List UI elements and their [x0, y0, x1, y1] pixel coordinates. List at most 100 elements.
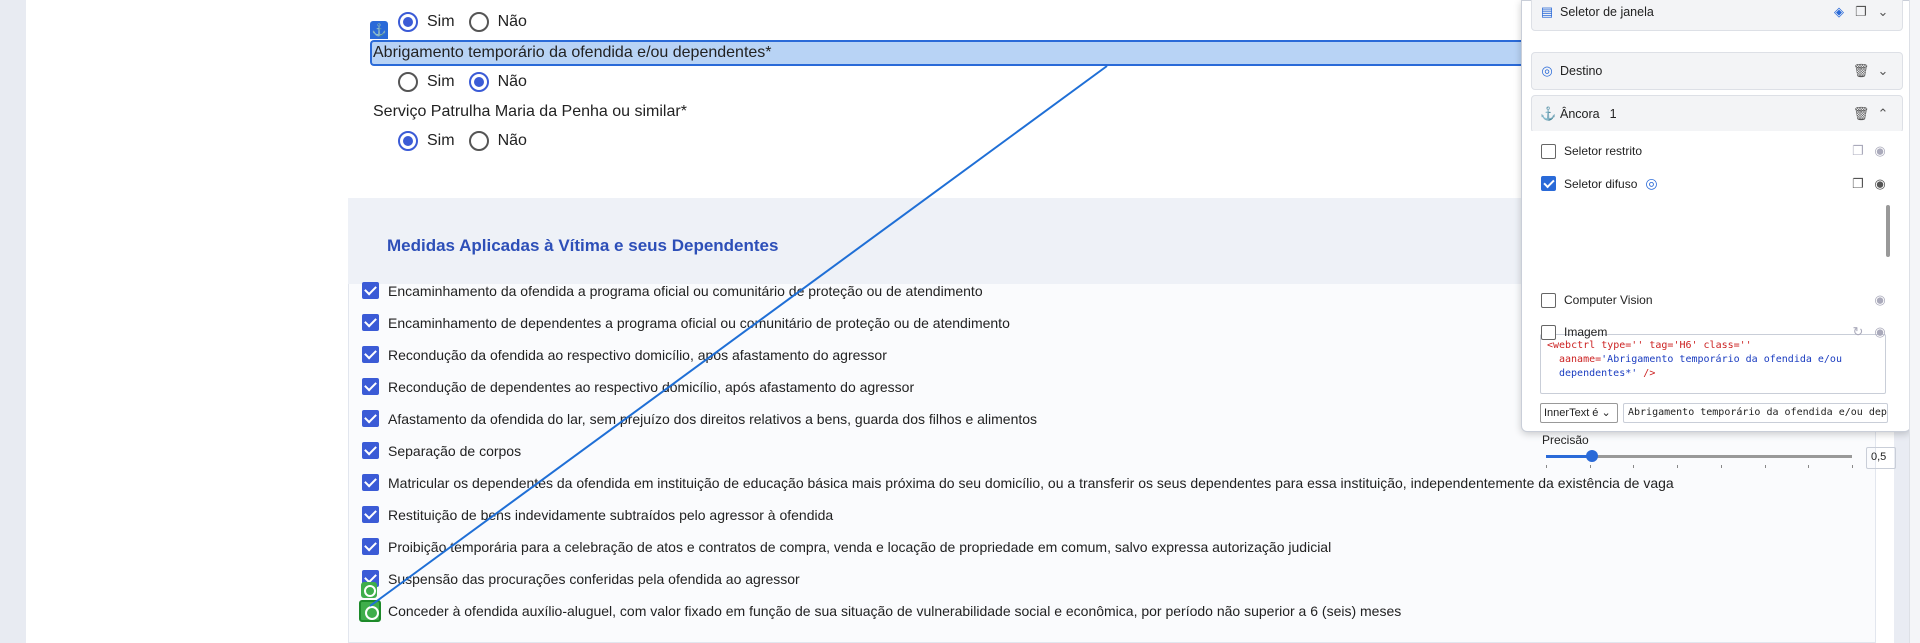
- checkbox-checked[interactable]: [362, 442, 379, 459]
- checkbox-checked[interactable]: [362, 538, 379, 555]
- slider-tick: [1764, 465, 1766, 468]
- left-gutter: [0, 0, 26, 643]
- precision-slider-thumb[interactable]: [1585, 450, 1598, 462]
- measure-item[interactable]: Proibição temporária para a celebração d…: [362, 538, 1331, 555]
- page-scrollbar[interactable]: [1909, 0, 1920, 643]
- selector-code-editor[interactable]: <webctrl type='' tag='H6' class='' aanam…: [1540, 334, 1886, 394]
- trash-icon[interactable]: 🗑: [1850, 63, 1872, 79]
- eye-icon[interactable]: ◉: [1869, 176, 1891, 192]
- radio-option-nao[interactable]: Não: [468, 72, 527, 92]
- radio-label-sim: Sim: [427, 132, 455, 149]
- radio-group-abrigamento: Sim Não: [398, 72, 541, 92]
- radio-nao[interactable]: [468, 131, 489, 151]
- property-select[interactable]: InnerText é ⌄: [1540, 403, 1618, 423]
- precision-label: Precisão: [1542, 433, 1589, 447]
- measure-item[interactable]: Encaminhamento da ofendida a programa of…: [362, 282, 983, 299]
- target-header[interactable]: ◎ Destino 🗑 ⌄: [1532, 53, 1902, 89]
- anchor-header[interactable]: ⚓ Âncora 1 🗑 ⌃: [1532, 96, 1902, 132]
- window-icon: ▤: [1540, 4, 1554, 19]
- window-selector-header[interactable]: ▤ Seletor de janela ◈ ❐ ⌄: [1532, 0, 1902, 30]
- radio-label-nao: Não: [497, 13, 527, 30]
- measure-item[interactable]: Separação de corpos: [362, 442, 521, 459]
- precision-ticks: [1546, 465, 1853, 469]
- checkbox-checked[interactable]: [362, 314, 379, 331]
- property-value-input[interactable]: Abrigamento temporário da ofendida e/ou …: [1623, 403, 1888, 423]
- radio-sim-selected[interactable]: [398, 131, 418, 151]
- target-icon: ◎: [1541, 63, 1553, 78]
- copy-icon[interactable]: ❐: [1847, 176, 1869, 192]
- measure-label: Recondução da ofendida ao respectivo dom…: [388, 346, 887, 363]
- radio-label-nao: Não: [497, 73, 527, 90]
- section-title: Medidas Aplicadas à Vítima e seus Depend…: [387, 236, 779, 255]
- radio-option-sim[interactable]: Sim: [398, 12, 455, 32]
- image-row[interactable]: Imagem ↻ ◉: [1541, 324, 1891, 340]
- radio-option-sim[interactable]: Sim: [398, 72, 455, 92]
- strict-selector-checkbox[interactable]: [1541, 143, 1556, 159]
- window-selector-label: Seletor de janela: [1560, 5, 1654, 19]
- radio-option-sim[interactable]: Sim: [398, 131, 455, 151]
- checkbox-checked[interactable]: [362, 378, 379, 395]
- grid-target-icon[interactable]: ◈: [1828, 4, 1850, 20]
- image-checkbox[interactable]: [1541, 324, 1556, 340]
- measure-label: Recondução de dependentes ao respectivo …: [388, 378, 915, 395]
- anchor-count: 1: [1609, 107, 1617, 121]
- measure-label: Encaminhamento de dependentes a programa…: [388, 314, 1010, 331]
- chevron-up-icon[interactable]: ⌃: [1872, 106, 1894, 122]
- target-icon[interactable]: ◎: [1645, 175, 1847, 192]
- eye-icon[interactable]: ◉: [1869, 143, 1891, 159]
- radio-group-previous: Sim Não: [398, 12, 541, 32]
- radio-label-sim: Sim: [427, 13, 455, 30]
- chevron-down-icon[interactable]: ⌄: [1872, 4, 1894, 20]
- measure-label: Restituição de bens indevidamente subtra…: [388, 506, 834, 523]
- target-marker-icon: [361, 582, 377, 598]
- code-end: />: [1637, 368, 1656, 379]
- anchor-icon: ⚓: [1540, 106, 1557, 121]
- computer-vision-row[interactable]: Computer Vision ◉: [1541, 292, 1891, 308]
- radio-option-nao[interactable]: Não: [468, 131, 527, 151]
- eye-icon[interactable]: ◉: [1869, 292, 1891, 308]
- property-select-value: InnerText é: [1544, 407, 1599, 419]
- chevron-down-icon[interactable]: ⌄: [1872, 63, 1894, 79]
- measure-label: Proibição temporária para a celebração d…: [388, 538, 1332, 555]
- measure-label: Encaminhamento da ofendida a programa of…: [388, 282, 983, 299]
- copy-icon[interactable]: ❐: [1850, 4, 1872, 20]
- checkbox-checked[interactable]: [362, 474, 379, 491]
- radio-sim[interactable]: [398, 72, 418, 92]
- fuzzy-selector-checkbox[interactable]: [1541, 176, 1556, 191]
- radio-sim-selected[interactable]: [398, 12, 418, 32]
- measure-item[interactable]: Suspensão das procurações conferidas pel…: [362, 570, 800, 587]
- question-abrigamento: Abrigamento temporário da ofendida e/ou …: [373, 44, 772, 61]
- radio-label-nao: Não: [497, 132, 527, 149]
- precision-value-input[interactable]: 0,5: [1866, 447, 1896, 469]
- radio-nao[interactable]: [468, 12, 489, 32]
- refresh-icon[interactable]: ↻: [1847, 324, 1869, 340]
- radio-group-patrulha: Sim Não: [398, 131, 541, 151]
- question-patrulha: Serviço Patrulha Maria da Penha ou simil…: [373, 103, 687, 120]
- anchor-label: Âncora: [1560, 107, 1600, 121]
- measure-item[interactable]: Matricular os dependentes da ofendida em…: [362, 474, 1674, 491]
- radio-option-nao[interactable]: Não: [468, 12, 527, 32]
- checkbox-checked[interactable]: [362, 346, 379, 363]
- eye-icon[interactable]: ◉: [1869, 324, 1891, 340]
- measure-item[interactable]: Restituição de bens indevidamente subtra…: [362, 506, 833, 523]
- checkbox-checked[interactable]: [362, 506, 379, 523]
- code-scrollbar[interactable]: [1886, 205, 1890, 257]
- measure-item[interactable]: Recondução de dependentes ao respectivo …: [362, 378, 914, 395]
- measure-item[interactable]: Recondução da ofendida ao respectivo dom…: [362, 346, 887, 363]
- strict-selector-row[interactable]: Seletor restrito ❐ ◉: [1541, 143, 1891, 159]
- measure-item-target[interactable]: Conceder à ofendida auxílio-aluguel, com…: [362, 602, 1401, 619]
- target-label: Destino: [1560, 64, 1603, 78]
- checkbox-checked[interactable]: [362, 410, 379, 427]
- trash-icon[interactable]: 🗑: [1850, 106, 1872, 122]
- measure-item[interactable]: Encaminhamento de dependentes a programa…: [362, 314, 1010, 331]
- code-value-cont: dependentes*': [1559, 368, 1638, 379]
- radio-nao-selected[interactable]: [468, 72, 489, 92]
- selector-panel: ▤ Seletor de janela ◈ ❐ ⌄ ◎ Destino 🗑 ⌄ …: [1521, 0, 1911, 469]
- computer-vision-checkbox[interactable]: [1541, 292, 1556, 308]
- measure-item[interactable]: Afastamento da ofendida do lar, sem prej…: [362, 410, 1037, 427]
- checkbox-checked[interactable]: [362, 282, 379, 299]
- fuzzy-selector-row[interactable]: Seletor difuso ◎ ❐ ◉: [1541, 175, 1891, 192]
- code-key: aaname=: [1559, 354, 1602, 365]
- computer-vision-label: Computer Vision: [1564, 293, 1653, 307]
- copy-icon[interactable]: ❐: [1847, 143, 1869, 159]
